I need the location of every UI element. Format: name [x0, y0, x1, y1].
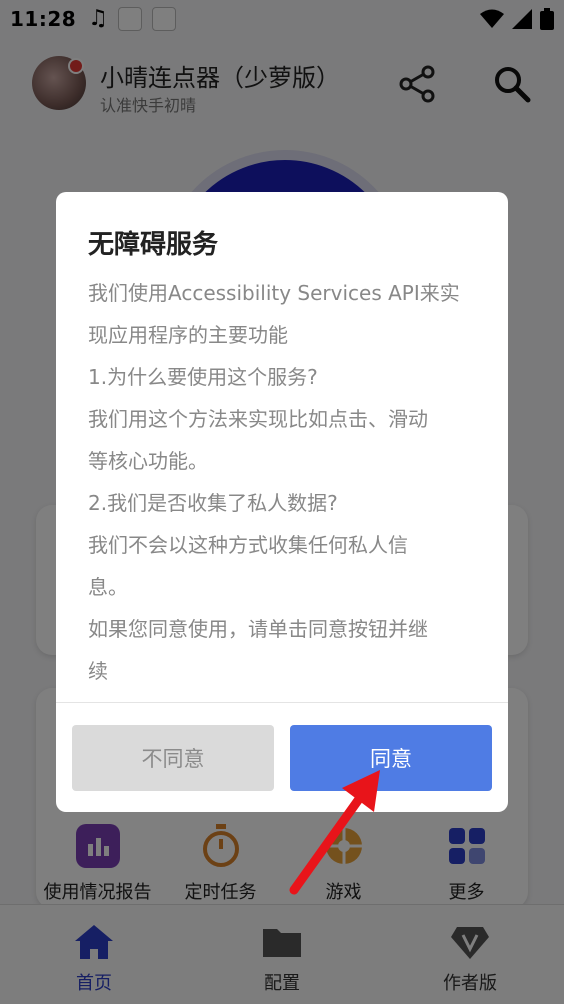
accessibility-dialog: 无障碍服务 我们使用Accessibility Services API来实 现… — [56, 192, 508, 812]
dialog-text-line: 现应用程序的主要功能 — [88, 323, 288, 347]
dialog-text-line: 1.为什么要使用这个服务? — [88, 365, 318, 389]
disagree-button[interactable]: 不同意 — [72, 725, 274, 791]
dialog-text-line: 2.我们是否收集了私人数据? — [88, 491, 338, 515]
dialog-text-line: 等核心功能。 — [88, 449, 208, 473]
dialog-text-line: 息。 — [88, 575, 128, 599]
dialog-text-line: 我们使用Accessibility Services API来实 — [88, 281, 460, 305]
dialog-body: 我们使用Accessibility Services API来实 现应用程序的主… — [88, 272, 488, 692]
dialog-text-line: 续 — [88, 659, 108, 683]
dialog-divider — [56, 702, 508, 703]
dialog-text-line: 如果您同意使用，请单击同意按钮并继 — [88, 617, 428, 641]
dialog-title: 无障碍服务 — [88, 230, 219, 260]
dialog-text-line: 我们用这个方法来实现比如点击、滑动 — [88, 407, 428, 431]
dialog-text-line: 我们不会以这种方式收集任何私人信 — [88, 533, 408, 557]
annotation-arrow-icon — [289, 770, 380, 895]
